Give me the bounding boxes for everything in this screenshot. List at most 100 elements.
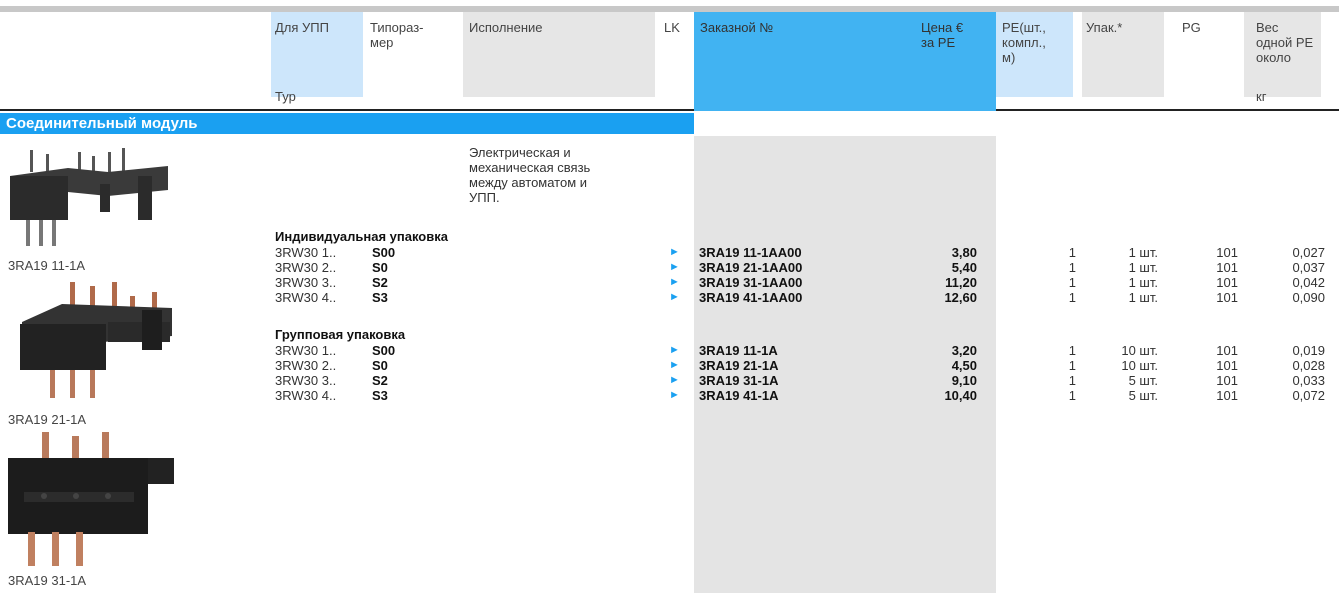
group-individual: Индивидуальная упаковка bbox=[275, 229, 448, 244]
cell-pg: 101 bbox=[1216, 388, 1238, 403]
cell-lk: ► bbox=[669, 276, 680, 288]
cell-lk: ► bbox=[669, 374, 680, 386]
cell-type: 3RW30 2.. bbox=[275, 358, 337, 373]
cell-order: 3RA19 31-1A bbox=[699, 373, 779, 388]
cell-type: 3RW30 1.. bbox=[275, 343, 337, 358]
header-weight-unit: кг bbox=[1256, 89, 1267, 104]
cell-pack: 1 шт. bbox=[1128, 260, 1158, 275]
cell-order: 3RA19 11-1A bbox=[699, 343, 778, 358]
cell-order: 3RA19 41-1A bbox=[699, 388, 779, 403]
cell-price: 9,10 bbox=[951, 373, 977, 388]
product-label-1: 3RA19 11-1A bbox=[8, 258, 86, 273]
header-pe-2: компл., bbox=[1002, 35, 1046, 50]
cell-pg: 101 bbox=[1216, 358, 1238, 373]
group-bulk: Групповая упаковка bbox=[275, 327, 406, 342]
cell-lk: ► bbox=[669, 291, 680, 303]
cell-pe: 1 bbox=[1068, 373, 1076, 388]
cell-pack: 10 шт. bbox=[1121, 358, 1158, 373]
header-order-no: Заказной № bbox=[700, 20, 774, 35]
cell-price: 10,40 bbox=[944, 388, 977, 403]
product-image-3ra1911 bbox=[8, 146, 173, 254]
cell-pe: 1 bbox=[1068, 260, 1076, 275]
cell-pg: 101 bbox=[1216, 275, 1238, 290]
header-weight-1: Вес bbox=[1256, 20, 1279, 35]
cell-pe: 1 bbox=[1068, 245, 1076, 260]
cell-price: 3,20 bbox=[951, 343, 977, 358]
cell-type: 3RW30 3.. bbox=[275, 373, 337, 388]
cell-weight: 0,033 bbox=[1292, 373, 1325, 388]
cell-type: 3RW30 3.. bbox=[275, 275, 337, 290]
cell-pe: 1 bbox=[1068, 343, 1076, 358]
cell-lk: ► bbox=[669, 344, 680, 356]
cell-pack: 1 шт. bbox=[1128, 275, 1158, 290]
cell-type: 3RW30 2.. bbox=[275, 260, 337, 275]
cell-pe: 1 bbox=[1068, 275, 1076, 290]
cell-size: S0 bbox=[372, 358, 388, 373]
cell-lk: ► bbox=[669, 261, 680, 273]
cell-weight: 0,072 bbox=[1292, 388, 1325, 403]
cell-size: S2 bbox=[372, 373, 388, 388]
cell-pack: 5 шт. bbox=[1128, 388, 1158, 403]
header-rule-right bbox=[996, 109, 1339, 111]
header-tiporazmer-1: Типораз- bbox=[370, 20, 424, 35]
product-label-3: 3RA19 31-1A bbox=[8, 573, 87, 588]
product-image-3ra1921 bbox=[12, 282, 174, 403]
header-weight-3: около bbox=[1256, 50, 1291, 65]
cell-weight: 0,028 bbox=[1292, 358, 1325, 373]
description-line-4: УПП. bbox=[469, 190, 500, 205]
cell-price: 11,20 bbox=[945, 275, 977, 290]
cell-size: S0 bbox=[372, 260, 388, 275]
header-pe-3: м) bbox=[1002, 50, 1016, 65]
cell-order: 3RA19 41-1AA00 bbox=[699, 290, 803, 305]
cell-pack: 1 шт. bbox=[1128, 245, 1158, 260]
cell-pg: 101 bbox=[1216, 343, 1238, 358]
cell-pg: 101 bbox=[1216, 290, 1238, 305]
cell-weight: 0,042 bbox=[1292, 275, 1325, 290]
cell-order: 3RA19 11-1AA00 bbox=[699, 245, 802, 260]
header-typ: Тур bbox=[275, 89, 296, 104]
cell-lk: ► bbox=[669, 359, 680, 371]
cell-price: 3,80 bbox=[951, 245, 977, 260]
header-price-2: за PE bbox=[921, 35, 956, 50]
product-image-3ra1931 bbox=[4, 432, 176, 571]
cell-lk: ► bbox=[669, 246, 680, 258]
cell-pack: 10 шт. bbox=[1121, 343, 1158, 358]
description-line-1: Электрическая и bbox=[469, 145, 571, 160]
product-label-2: 3RA19 21-1A bbox=[8, 412, 87, 427]
header-price-1: Цена € bbox=[921, 20, 964, 35]
description-line-3: между автоматом и bbox=[469, 175, 588, 190]
cell-pg: 101 bbox=[1216, 260, 1238, 275]
cell-order: 3RA19 21-1AA00 bbox=[699, 260, 803, 275]
cell-pg: 101 bbox=[1216, 373, 1238, 388]
cell-weight: 0,019 bbox=[1292, 343, 1325, 358]
section-title: Соединительный модуль bbox=[6, 115, 198, 132]
cell-pack: 1 шт. bbox=[1128, 290, 1158, 305]
header-lk: LK bbox=[664, 20, 680, 35]
cell-pe: 1 bbox=[1068, 290, 1076, 305]
cell-pg: 101 bbox=[1216, 245, 1238, 260]
cell-pe: 1 bbox=[1068, 388, 1076, 403]
cell-lk: ► bbox=[669, 389, 680, 401]
header-rule-left bbox=[0, 109, 694, 111]
cell-weight: 0,090 bbox=[1292, 290, 1325, 305]
header-tiporazmer-2: мер bbox=[370, 35, 394, 50]
description-line-2: механическая связь bbox=[469, 160, 591, 175]
cell-size: S00 bbox=[372, 245, 396, 260]
cell-size: S00 bbox=[372, 343, 396, 358]
cell-weight: 0,037 bbox=[1292, 260, 1325, 275]
header-dlya-upp: Для УПП bbox=[275, 20, 329, 35]
cell-size: S3 bbox=[372, 290, 388, 305]
header-pg: PG bbox=[1182, 20, 1201, 35]
header-upak: Упак.* bbox=[1086, 20, 1123, 35]
header-pe-1: PE(шт., bbox=[1002, 20, 1046, 35]
header-weight-2: одной PE bbox=[1256, 35, 1314, 50]
cell-order: 3RA19 31-1AA00 bbox=[699, 275, 803, 290]
cell-size: S3 bbox=[372, 388, 388, 403]
cell-type: 3RW30 1.. bbox=[275, 245, 337, 260]
cell-size: S2 bbox=[372, 275, 388, 290]
cell-price: 12,60 bbox=[944, 290, 977, 305]
cell-pack: 5 шт. bbox=[1128, 373, 1158, 388]
cell-type: 3RW30 4.. bbox=[275, 388, 337, 403]
cell-price: 4,50 bbox=[951, 358, 977, 373]
cell-weight: 0,027 bbox=[1292, 245, 1325, 260]
